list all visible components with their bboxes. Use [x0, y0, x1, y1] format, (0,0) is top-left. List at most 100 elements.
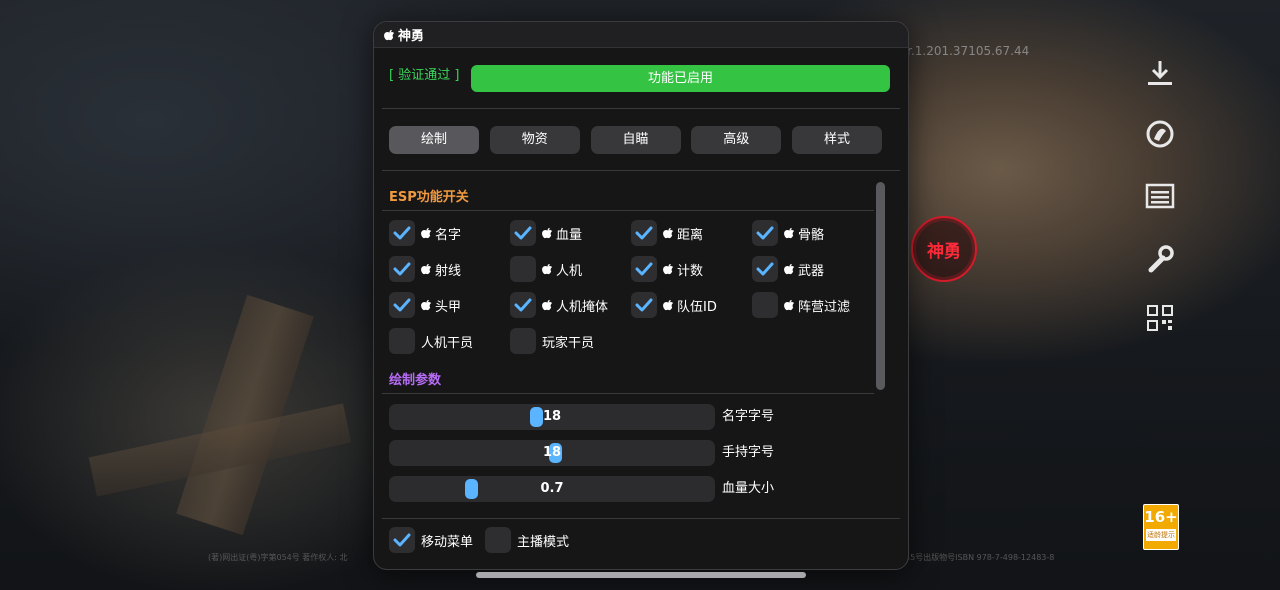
divider: [382, 518, 900, 519]
feature-enabled-button[interactable]: 功能已启用: [471, 65, 890, 92]
apple-icon: [542, 227, 553, 239]
checkmark-icon: [393, 226, 411, 240]
checkbox-box[interactable]: [485, 527, 512, 553]
param-slider[interactable]: 18: [389, 440, 715, 466]
esp-checkbox[interactable]: 头甲: [389, 291, 461, 319]
checkmark-icon: [514, 226, 532, 240]
esp-checkbox[interactable]: 计数: [631, 255, 703, 283]
checkmark-icon: [393, 533, 411, 547]
slider-value: 18: [542, 409, 562, 424]
panel-titlebar[interactable]: 神勇: [374, 22, 908, 48]
esp-checkbox-label: 名字: [435, 227, 462, 243]
age-rating-badge: 16+ 适龄提示: [1143, 504, 1179, 550]
checkbox-box[interactable]: [510, 220, 536, 246]
checkmark-icon: [514, 298, 532, 312]
esp-checkbox-label: 阵营过滤: [798, 299, 851, 315]
apple-icon: [663, 263, 674, 275]
qr-code-icon[interactable]: [1140, 300, 1180, 336]
home-indicator[interactable]: [476, 572, 806, 578]
esp-checkbox-label: 射线: [435, 263, 462, 279]
checkmark-icon: [635, 226, 653, 240]
esp-checkbox-label: 玩家干员: [542, 335, 595, 351]
checkbox-box[interactable]: [752, 220, 778, 246]
apple-icon: [384, 29, 395, 40]
tab-advanced[interactable]: 高级: [691, 126, 782, 154]
move-menu-checkbox[interactable]: 移动菜单: [389, 526, 473, 554]
divider: [382, 170, 900, 171]
menu-panel: 神勇 [ 验证通过 ] 功能已启用 绘制 物资 自瞄 高级 样式 ESP功能开关…: [373, 21, 909, 570]
panel-title: 神勇: [398, 29, 425, 44]
esp-section-title: ESP功能开关: [389, 190, 469, 205]
esp-checkbox[interactable]: 队伍ID: [631, 291, 717, 319]
checkbox-box[interactable]: [389, 292, 415, 318]
verify-status-label: [ 验证通过 ]: [389, 68, 460, 83]
tab-supplies[interactable]: 物资: [489, 126, 580, 154]
esp-checkbox[interactable]: 人机掩体: [510, 291, 608, 319]
age-rating-number: 16+: [1144, 508, 1178, 526]
esp-checkbox[interactable]: 血量: [510, 219, 582, 247]
checkbox-box[interactable]: [510, 328, 536, 354]
checkbox-box[interactable]: [752, 292, 778, 318]
esp-checkbox[interactable]: 玩家干员: [510, 327, 594, 355]
tab-aimbot[interactable]: 自瞄: [590, 126, 681, 154]
esp-checkbox[interactable]: 骨骼: [752, 219, 824, 247]
apple-icon: [542, 299, 553, 311]
streamer-mode-label: 主播模式: [517, 534, 570, 550]
esp-checkbox[interactable]: 人机: [510, 255, 582, 283]
checkbox-box[interactable]: [510, 256, 536, 282]
param-slider[interactable]: 0.7: [389, 476, 715, 502]
esp-checkbox[interactable]: 武器: [752, 255, 824, 283]
floating-menu-toggle[interactable]: 神勇: [911, 216, 977, 282]
esp-checkbox-label: 骨骼: [798, 227, 825, 243]
bottom-options: 移动菜单 主播模式: [389, 525, 569, 555]
esp-checkbox[interactable]: 距离: [631, 219, 703, 247]
apple-icon: [421, 227, 432, 239]
slider-label: 手持字号: [722, 445, 775, 460]
list-icon[interactable]: [1140, 178, 1180, 214]
checkbox-box[interactable]: [389, 256, 415, 282]
checkbox-box[interactable]: [389, 328, 415, 354]
checkbox-box[interactable]: [631, 256, 657, 282]
apple-icon: [542, 263, 553, 275]
esp-checkbox-label: 计数: [677, 263, 704, 279]
content-scrollbar[interactable]: [876, 182, 885, 390]
checkbox-box[interactable]: [631, 220, 657, 246]
checkbox-box[interactable]: [510, 292, 536, 318]
apple-icon: [663, 227, 674, 239]
slider-label: 血量大小: [722, 481, 775, 496]
esp-checkbox[interactable]: 人机干员: [389, 327, 473, 355]
paint-icon[interactable]: [1140, 116, 1180, 152]
apple-icon: [421, 299, 432, 311]
checkbox-box[interactable]: [389, 527, 415, 553]
move-menu-label: 移动菜单: [421, 534, 474, 550]
apple-icon: [784, 263, 795, 275]
streamer-mode-checkbox[interactable]: 主播模式: [485, 526, 569, 554]
esp-checkbox-label: 头甲: [435, 299, 462, 315]
esp-checkbox-label: 血量: [556, 227, 583, 243]
tab-bar: 绘制 物资 自瞄 高级 样式: [389, 126, 882, 154]
param-slider[interactable]: 18: [389, 404, 715, 430]
esp-checkbox-label: 人机掩体: [556, 299, 609, 315]
slider-value: 18: [542, 445, 562, 460]
checkbox-box[interactable]: [631, 292, 657, 318]
draw-settings-content: ESP功能开关 名字 血量 距离 骨骼射线 人机 计数 武器头甲 人机掩体 队伍ID 阵营过滤人机…: [382, 178, 874, 518]
copyright-footer: (著)网出证(粤)字第054号 著作权人: 北: [208, 553, 348, 562]
esp-checkbox[interactable]: 名字: [389, 219, 461, 247]
checkmark-icon: [635, 298, 653, 312]
checkbox-box[interactable]: [752, 256, 778, 282]
slider-label: 名字字号: [722, 409, 775, 424]
esp-checkbox[interactable]: 射线: [389, 255, 461, 283]
checkmark-icon: [635, 262, 653, 276]
tab-draw[interactable]: 绘制: [389, 126, 479, 154]
esp-checkbox-label: 人机干员: [421, 335, 474, 351]
checkmark-icon: [393, 298, 411, 312]
tab-style[interactable]: 样式: [792, 126, 882, 154]
esp-checkbox[interactable]: 阵营过滤: [752, 291, 850, 319]
checkmark-icon: [393, 262, 411, 276]
divider: [382, 210, 874, 211]
download-icon[interactable]: [1140, 55, 1180, 91]
draw-params-title: 绘制参数: [389, 373, 442, 388]
age-rating-label: 适龄提示: [1146, 529, 1176, 541]
checkbox-box[interactable]: [389, 220, 415, 246]
wrench-icon[interactable]: [1140, 241, 1180, 277]
